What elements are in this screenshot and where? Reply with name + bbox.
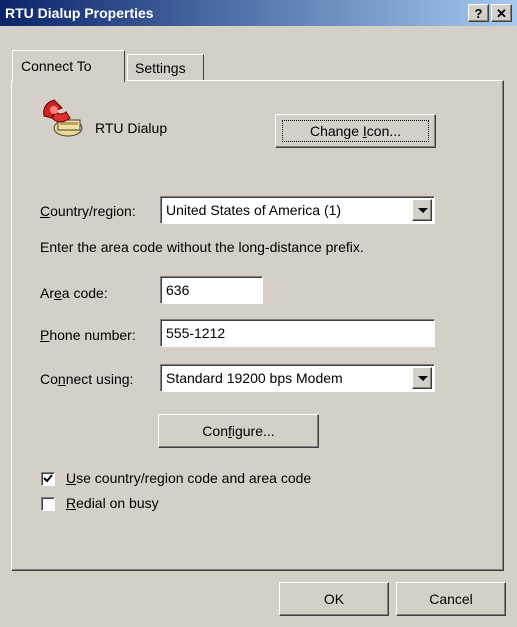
configure-button[interactable]: Configure... (158, 414, 319, 448)
connect-using-select[interactable]: Standard 19200 bps Modem (160, 364, 435, 392)
area-code-input[interactable]: 636 (160, 276, 263, 304)
area-code-hint: Enter the area code without the long-dis… (40, 239, 364, 255)
use-country-code-checkbox[interactable] (41, 472, 55, 486)
tab-settings-label: Settings (135, 60, 186, 76)
help-button[interactable]: ? (468, 4, 489, 22)
country-label: Country/region: (40, 203, 136, 219)
ok-button[interactable]: OK (279, 582, 389, 616)
title-bar[interactable]: RTU Dialup Properties ? ✕ (0, 0, 517, 26)
chevron-down-icon (418, 376, 428, 381)
phone-number-value: 555-1212 (166, 325, 226, 341)
tab-connect-to-label: Connect To (21, 58, 92, 74)
change-icon-button[interactable]: Change Icon... (275, 114, 436, 148)
tab-connect-to[interactable]: Connect To (12, 50, 125, 82)
phone-icon (40, 96, 86, 140)
close-button[interactable]: ✕ (491, 4, 512, 22)
connection-name: RTU Dialup (95, 120, 168, 136)
area-code-value: 636 (166, 282, 190, 298)
area-code-label: Area code: (40, 285, 108, 301)
window-title: RTU Dialup Properties (5, 5, 154, 21)
use-country-code-label[interactable]: Use country/region code and area code (66, 470, 311, 486)
country-select[interactable]: United States of America (1) (160, 196, 435, 224)
checkmark-icon (43, 474, 53, 483)
connect-using-dropdown-button[interactable] (412, 367, 432, 389)
country-value: United States of America (1) (166, 202, 342, 218)
phone-number-input[interactable]: 555-1212 (160, 319, 435, 347)
country-dropdown-button[interactable] (412, 199, 432, 221)
redial-on-busy-label[interactable]: Redial on busy (66, 495, 159, 511)
redial-on-busy-checkbox[interactable] (41, 497, 55, 511)
cancel-button[interactable]: Cancel (396, 582, 506, 616)
change-icon-button-label: Change Icon... (282, 120, 429, 142)
tab-settings[interactable]: Settings (127, 54, 204, 81)
connect-using-label: Connect using: (40, 371, 134, 387)
phone-number-label: Phone number: (40, 327, 136, 343)
connect-using-value: Standard 19200 bps Modem (166, 370, 343, 386)
chevron-down-icon (418, 208, 428, 213)
